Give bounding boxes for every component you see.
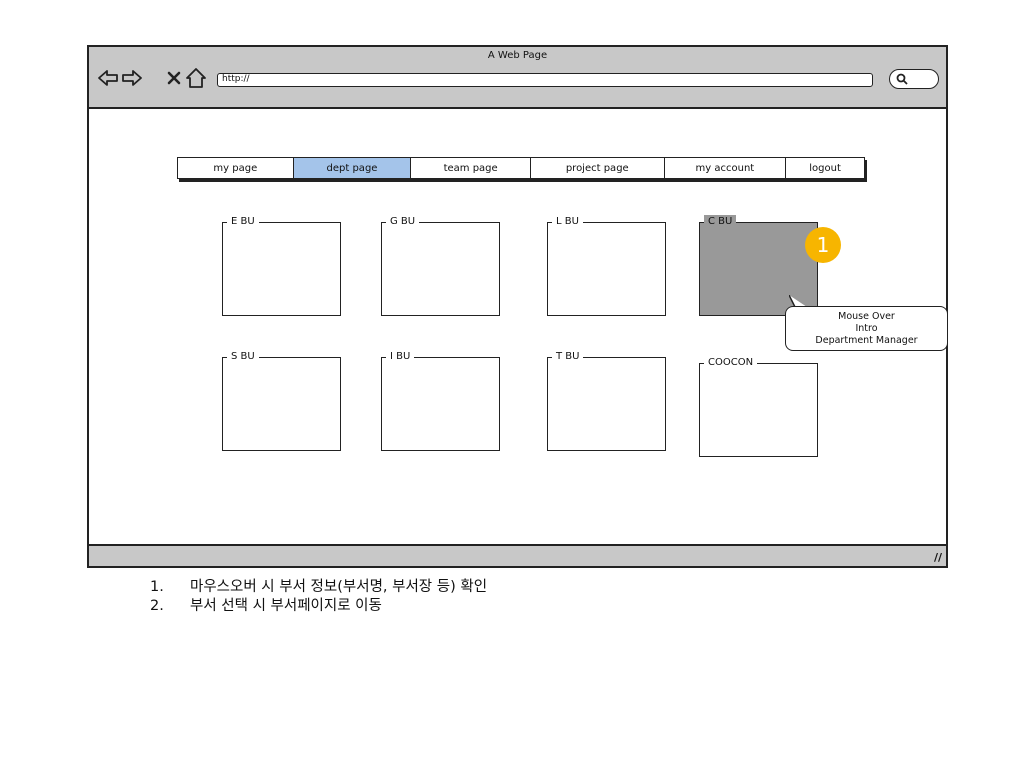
dept-panel-s-bu[interactable]: S BU: [222, 350, 341, 451]
dept-panel-label: G BU: [386, 215, 420, 229]
home-icon[interactable]: [185, 67, 207, 89]
mouseover-callout: Mouse Over Intro Department Manager: [785, 306, 948, 351]
note-item: 2. 부서 선택 시 부서페이지로 이동: [150, 597, 487, 616]
dept-panel-i-bu[interactable]: I BU: [381, 350, 500, 451]
tab-dept-page[interactable]: dept page: [293, 158, 412, 178]
tab-logout[interactable]: logout: [786, 158, 864, 178]
callout-line: Department Manager: [815, 335, 918, 346]
resize-handle-icon[interactable]: //: [934, 551, 942, 564]
note-text: 마우스오버 시 부서 정보(부서명, 부서장 등) 확인: [190, 579, 488, 595]
search-icon: [896, 73, 908, 85]
dept-panel-label: C BU: [704, 215, 737, 229]
tab-my-account[interactable]: my account: [665, 158, 787, 178]
description-notes: 1. 마우스오버 시 부서 정보(부서명, 부서장 등) 확인 2. 부서 선택…: [150, 578, 487, 616]
close-icon[interactable]: [163, 67, 185, 89]
browser-window: A Web Page http:// my page dept page tea…: [87, 45, 948, 568]
note-text: 부서 선택 시 부서페이지로 이동: [190, 598, 382, 614]
dept-panel-label: E BU: [227, 215, 259, 229]
dept-panel-label: T BU: [552, 350, 584, 364]
note-number: 1.: [150, 579, 164, 595]
dept-panel-label: I BU: [386, 350, 415, 364]
callout-line: Mouse Over: [838, 311, 895, 322]
tab-team-page[interactable]: team page: [411, 158, 531, 178]
callout-line: Intro: [855, 323, 878, 334]
browser-titlebar: A Web Page http://: [89, 47, 946, 109]
search-button[interactable]: [889, 69, 939, 89]
dept-panel-label: S BU: [227, 350, 259, 364]
dept-panel-e-bu[interactable]: E BU: [222, 215, 341, 316]
main-nav-tabs: my page dept page team page project page…: [177, 157, 865, 179]
annotation-badge: 1: [805, 227, 841, 263]
tab-project-page[interactable]: project page: [531, 158, 665, 178]
dept-panel-l-bu[interactable]: L BU: [547, 215, 666, 316]
back-arrow-icon[interactable]: [97, 67, 119, 89]
dept-panel-label: COOCON: [704, 356, 758, 370]
window-title: A Web Page: [487, 50, 548, 61]
forward-arrow-icon[interactable]: [121, 67, 143, 89]
browser-statusbar: //: [89, 544, 946, 566]
note-item: 1. 마우스오버 시 부서 정보(부서명, 부서장 등) 확인: [150, 578, 487, 597]
dept-panel-g-bu[interactable]: G BU: [381, 215, 500, 316]
note-number: 2.: [150, 598, 164, 614]
tab-my-page[interactable]: my page: [178, 158, 294, 178]
dept-panel-t-bu[interactable]: T BU: [547, 350, 666, 451]
url-input[interactable]: http://: [217, 73, 873, 87]
dept-panel-coocon[interactable]: COOCON: [699, 356, 818, 457]
dept-panel-label: L BU: [552, 215, 583, 229]
